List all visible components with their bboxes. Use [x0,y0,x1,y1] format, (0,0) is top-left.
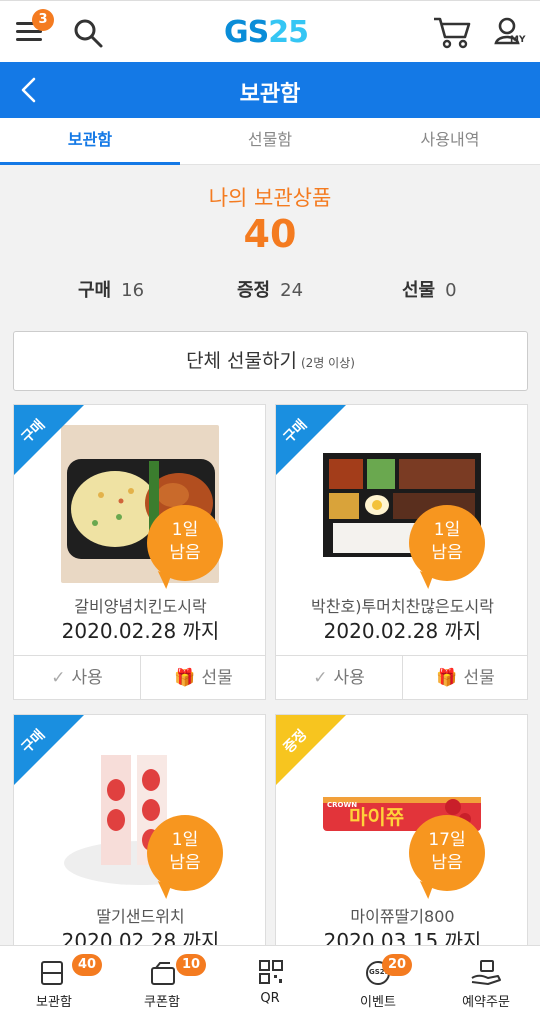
stats-row: 구매 16 증정 24 선물 0 [0,276,540,304]
stat-gifted-free: 증정 24 [237,280,304,301]
product-card[interactable]: 마이쮸 CROWN 증정 17일 남음 마이쮸딸기800 2020.03.15 까… [275,714,528,974]
nav-event[interactable]: GS25 20 이벤트 [324,946,432,1017]
use-button[interactable]: ✓ 사용 [276,656,402,699]
nav-label: 이벤트 [360,995,396,1010]
tab-bar: 보관함 선물함 사용내역 [0,118,540,165]
storage-badge: 40 [72,954,103,976]
group-gift-label: 단체 선물하기 [186,350,297,372]
gs25-logo[interactable]: GS25 [224,15,316,51]
expiry-date: 2020.02.28 까지 [61,619,220,643]
days-left-badge: 1일 남음 [147,815,223,891]
gift-box-icon: 🎁 [436,668,458,688]
nav-label: 쿠폰함 [144,995,180,1010]
stat-purchase: 구매 16 [78,280,145,301]
nav-storage[interactable]: 40 보관함 [0,946,108,1017]
reservation-hand-icon [470,960,502,986]
use-button[interactable]: ✓ 사용 [14,656,140,699]
search-icon[interactable] [72,17,104,49]
my-page-icon[interactable]: MY [494,15,528,49]
stat-gift: 선물 0 [402,280,457,301]
product-card[interactable]: 구매 1일 남음 박찬호)투머치찬많은도시락 2020.02.28 까지 ✓ 사용 … [275,404,528,700]
cart-icon[interactable] [432,15,472,49]
qr-code-icon [254,960,286,986]
product-card[interactable]: 구매 1일 남음 갈비양념치킨도시락 2020.02.28 까지 ✓ 사용 🎁 선물 [13,404,266,700]
coupon-badge: 10 [176,954,207,976]
product-name: 박찬호)투머치찬많은도시락 [311,597,494,616]
summary-heading: 나의 보관상품 [208,186,332,210]
tab-storage[interactable]: 보관함 [0,118,180,165]
days-left-badge: 1일 남음 [409,505,485,581]
page-title: 보관함 [239,82,301,107]
storage-box-icon [38,960,70,986]
nav-label: QR [260,991,280,1006]
card-actions: ✓ 사용 🎁 선물 [276,655,527,699]
product-name: 딸기샌드위치 [96,907,185,926]
gift-button[interactable]: 🎁 선물 [402,656,527,699]
check-icon: ✓ [313,668,328,688]
product-name: 갈비양념치킨도시락 [74,597,207,616]
nav-label: 보관함 [36,995,72,1010]
expiry-date: 2020.02.28 까지 [323,619,482,643]
gift-button[interactable]: 🎁 선물 [140,656,265,699]
group-gift-note: (2명 이상) [300,356,355,370]
nav-coupon[interactable]: 10 쿠폰함 [108,946,216,1017]
my-label: MY [510,35,526,45]
check-icon: ✓ [51,668,66,688]
nav-reservation[interactable]: 예약주문 [432,946,540,1017]
bottom-nav: 40 보관함 10 쿠폰함 QR GS25 20 이벤트 예약주문 [0,945,540,1017]
product-brand-small: CROWN [327,801,358,809]
summary-count: 40 [243,212,297,256]
gift-box-icon: 🎁 [174,668,196,688]
tab-usage-history[interactable]: 사용내역 [360,118,540,165]
group-gift-button[interactable]: 단체 선물하기 (2명 이상) [13,331,528,391]
menu-notification-badge: 3 [32,9,54,31]
top-header: 3 GS25 MY [0,0,540,62]
product-card[interactable]: 구매 1일 남음 딸기샌드위치 2020.02.28 까지 [13,714,266,974]
days-left-badge: 17일 남음 [409,815,485,891]
coupon-icon [146,960,178,986]
product-name: 마이쮸딸기800 [350,907,455,926]
nav-qr[interactable]: QR [216,946,324,1017]
card-actions: ✓ 사용 🎁 선물 [14,655,265,699]
nav-label: 예약주문 [462,995,510,1010]
tab-giftbox[interactable]: 선물함 [180,118,360,165]
title-bar: 보관함 [0,62,540,118]
product-brand-text: 마이쮸 [349,805,405,829]
days-left-badge: 1일 남음 [147,505,223,581]
event-badge: 20 [382,954,413,976]
